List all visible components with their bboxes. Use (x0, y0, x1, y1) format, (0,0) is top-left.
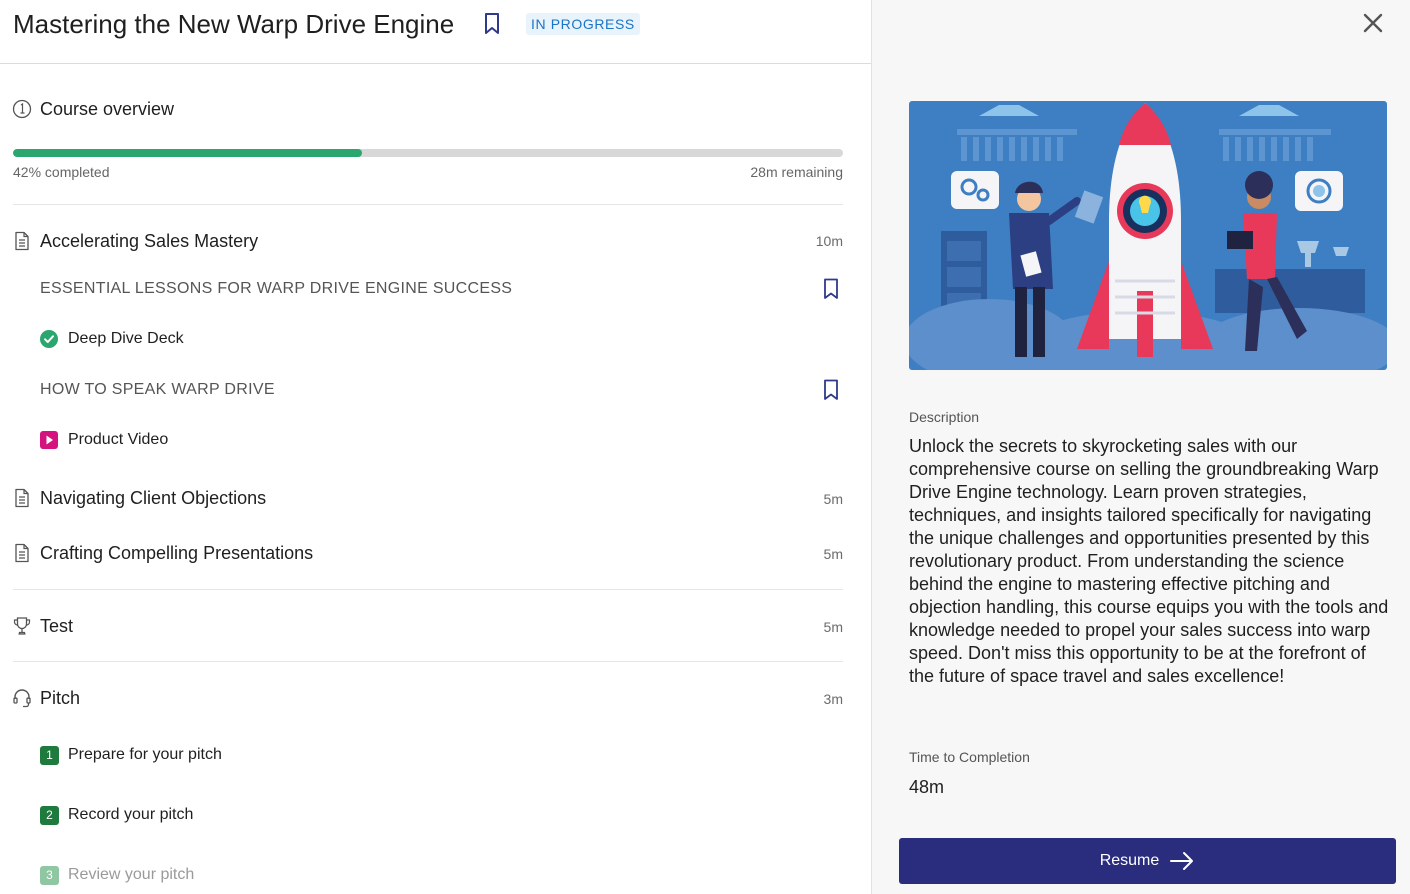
progress-bar (13, 149, 843, 157)
pitch-step[interactable]: Review your pitch (68, 865, 194, 885)
progress-fill (13, 149, 362, 157)
divider (13, 661, 843, 662)
module-title[interactable]: Accelerating Sales Mastery (40, 229, 258, 253)
module-title[interactable]: Test (40, 614, 73, 638)
section-label: HOW TO SPEAK WARP DRIVE (40, 381, 275, 398)
step-number-badge: 3 (40, 866, 59, 885)
lesson-item[interactable]: Deep Dive Deck (68, 329, 184, 349)
progress-percent: 42% completed (13, 164, 110, 180)
check-circle-icon (40, 330, 58, 348)
module-duration: 5m (823, 491, 843, 507)
lesson-item[interactable]: Product Video (68, 430, 168, 450)
time-remaining: 28m remaining (750, 164, 843, 180)
resume-button[interactable]: Resume (899, 838, 1396, 884)
arrow-right-icon (1170, 852, 1194, 870)
resume-label: Resume (1099, 852, 1160, 869)
step-number-badge: 2 (40, 806, 59, 825)
module-duration: 3m (823, 691, 843, 707)
overview-title: Course overview (40, 99, 175, 119)
divider (13, 589, 843, 590)
trophy-icon (13, 617, 31, 635)
time-to-completion-value: 48m (909, 777, 945, 797)
divider (13, 204, 843, 205)
close-icon[interactable] (1362, 11, 1384, 35)
bookmark-icon[interactable] (822, 278, 840, 300)
module-duration: 5m (823, 619, 843, 635)
description-label: Description (909, 409, 980, 425)
bookmark-icon[interactable] (482, 12, 502, 36)
document-icon (15, 231, 29, 251)
course-outline-panel: Mastering the New Warp Drive Engine IN P… (0, 0, 871, 894)
bookmark-icon[interactable] (822, 379, 840, 401)
course-detail-panel: Description Unlock the secrets to skyroc… (871, 0, 1410, 894)
module-title[interactable]: Pitch (40, 686, 80, 710)
section-label: ESSENTIAL LESSONS FOR WARP DRIVE ENGINE … (40, 280, 513, 297)
document-icon (15, 543, 29, 563)
module-duration: 10m (815, 233, 843, 249)
course-hero-illustration (909, 101, 1387, 370)
modal-header: Mastering the New Warp Drive Engine IN P… (0, 0, 871, 64)
course-title: Mastering the New Warp Drive Engine (13, 9, 455, 39)
course-detail-modal: Mastering the New Warp Drive Engine IN P… (0, 0, 1410, 894)
play-icon (40, 431, 58, 449)
step-number-badge: 1 (40, 746, 59, 765)
document-icon (15, 488, 29, 508)
pitch-step[interactable]: Prepare for your pitch (68, 745, 222, 765)
status-badge: IN PROGRESS (526, 13, 640, 35)
module-title[interactable]: Crafting Compelling Presentations (40, 541, 313, 565)
time-to-completion-label: Time to Completion (909, 749, 1030, 765)
pitch-step[interactable]: Record your pitch (68, 805, 193, 825)
course-description: Unlock the secrets to skyrocketing sales… (909, 436, 1389, 686)
info-circle-icon (12, 99, 32, 119)
module-duration: 5m (823, 546, 843, 562)
module-title[interactable]: Navigating Client Objections (40, 486, 266, 510)
headset-icon (13, 689, 31, 708)
